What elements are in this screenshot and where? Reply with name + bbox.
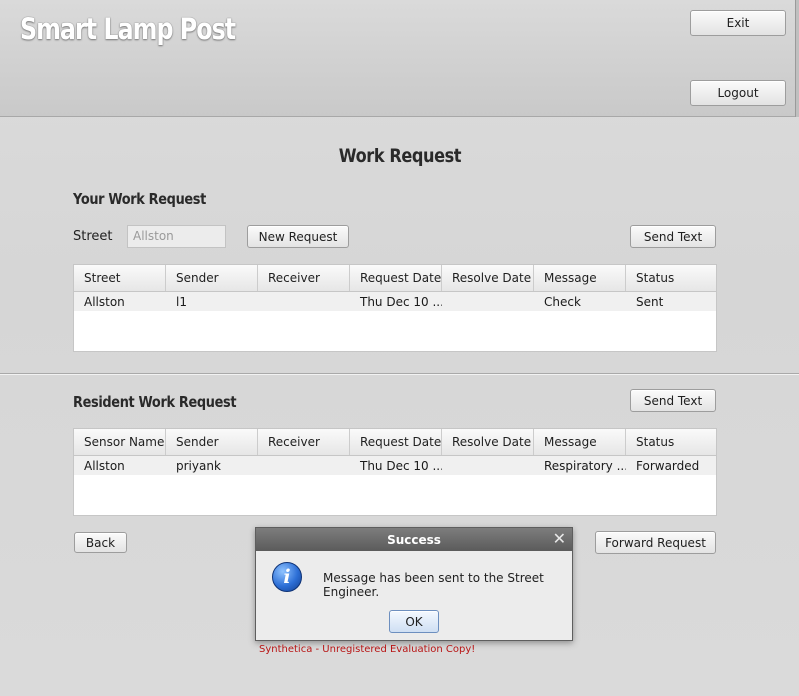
table-cell: Allston	[84, 294, 125, 309]
success-dialog: Success ✕ i Message has been sent to the…	[255, 527, 573, 641]
table-cell: Check	[544, 294, 581, 309]
back-button[interactable]: Back	[74, 532, 127, 553]
section-divider	[0, 373, 799, 375]
app-header: Smart Lamp Post Exit Logout	[0, 0, 799, 117]
column-header[interactable]: Request Date	[350, 265, 442, 291]
send-text-button[interactable]: Send Text	[630, 225, 716, 248]
window-edge	[795, 0, 799, 117]
your-work-request-title: Your Work Request	[73, 190, 206, 208]
logout-button[interactable]: Logout	[690, 80, 786, 106]
app-title: Smart Lamp Post	[20, 12, 236, 46]
table-cell: l1	[176, 294, 187, 309]
column-header[interactable]: Receiver	[258, 429, 350, 455]
column-header[interactable]: Receiver	[258, 265, 350, 291]
your-work-request-table[interactable]: Street Sender Receiver Request Date Reso…	[73, 264, 717, 352]
resident-work-request-title: Resident Work Request	[73, 393, 237, 411]
table-cell: Thu Dec 10 ...	[360, 458, 442, 473]
table-cell: Respiratory ...	[544, 458, 626, 473]
table-cell: Forwarded	[636, 458, 700, 473]
street-input[interactable]: Allston	[127, 225, 226, 248]
column-header[interactable]: Request Date	[350, 429, 442, 455]
column-header[interactable]: Street	[74, 265, 166, 291]
table-cell: Thu Dec 10 ...	[360, 294, 442, 309]
column-header[interactable]: Sender	[166, 265, 258, 291]
table-row[interactable]: Allston l1 Thu Dec 10 ... Check Sent	[74, 292, 716, 311]
ok-button[interactable]: OK	[389, 610, 439, 633]
table-cell	[258, 456, 350, 475]
dialog-title-bar[interactable]: Success ✕	[256, 528, 572, 551]
page-title: Work Request	[338, 145, 461, 167]
column-header[interactable]: Status	[626, 429, 716, 455]
street-label: Street	[73, 229, 113, 244]
column-header[interactable]: Status	[626, 265, 716, 291]
forward-request-button[interactable]: Forward Request	[595, 531, 716, 554]
table-header: Sensor Name Sender Receiver Request Date…	[74, 429, 716, 456]
table-cell: Sent	[636, 294, 664, 309]
column-header[interactable]: Resolve Date	[442, 265, 534, 291]
column-header[interactable]: Resolve Date	[442, 429, 534, 455]
resident-send-text-button[interactable]: Send Text	[630, 389, 716, 412]
resident-work-request-table[interactable]: Sensor Name Sender Receiver Request Date…	[73, 428, 717, 516]
table-cell: priyank	[176, 458, 221, 473]
info-icon: i	[272, 562, 302, 592]
column-header[interactable]: Sensor Name	[74, 429, 166, 455]
dialog-title: Success	[387, 532, 441, 547]
dialog-message: Message has been sent to the Street Engi…	[323, 571, 544, 599]
column-header[interactable]: Message	[534, 429, 626, 455]
close-icon[interactable]: ✕	[553, 530, 566, 548]
evaluation-watermark: Synthetica - Unregistered Evaluation Cop…	[259, 644, 476, 655]
table-cell	[442, 292, 534, 311]
column-header[interactable]: Sender	[166, 429, 258, 455]
table-cell	[442, 456, 534, 475]
table-cell: Allston	[84, 458, 125, 473]
table-cell	[258, 292, 350, 311]
column-header[interactable]: Message	[534, 265, 626, 291]
table-header: Street Sender Receiver Request Date Reso…	[74, 265, 716, 292]
exit-button[interactable]: Exit	[690, 10, 786, 36]
table-row[interactable]: Allston priyank Thu Dec 10 ... Respirato…	[74, 456, 716, 475]
new-request-button[interactable]: New Request	[247, 225, 349, 248]
